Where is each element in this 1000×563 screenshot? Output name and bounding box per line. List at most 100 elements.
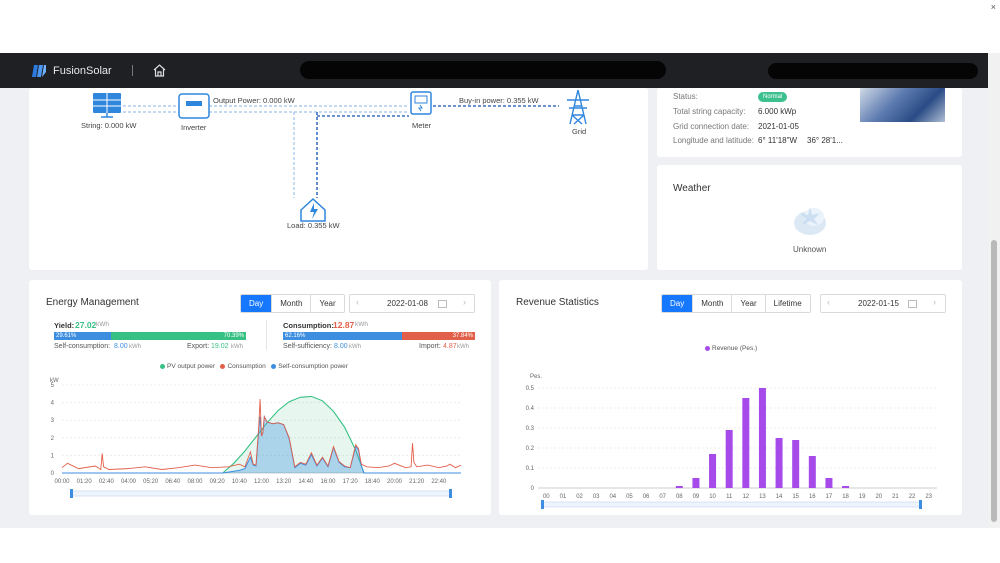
redacted-plant-name	[300, 61, 666, 79]
legend-revenue-label: Revenue (Pes.)	[712, 345, 758, 352]
grid-date-value: 2021-01-05	[758, 122, 799, 131]
weather-unknown-icon	[794, 207, 826, 235]
energy-flow-card: String: 0.000 kW Inverter Output Power: …	[29, 88, 648, 270]
load-label: Load: 0.355 kW	[287, 221, 340, 230]
revenue-zoom-slider	[542, 501, 921, 508]
energy-tab-month[interactable]: Month	[272, 295, 312, 312]
revenue-tab-month[interactable]: Month	[693, 295, 733, 312]
yield-self-pct: 29.61%	[56, 333, 77, 339]
plant-photo[interactable]	[860, 88, 945, 122]
energy-tab-year[interactable]: Year	[311, 295, 343, 312]
energy-flow-diagram	[93, 89, 589, 222]
energy-chart-legend: PV output power Consumption Self-consump…	[160, 363, 348, 370]
revenue-date-picker[interactable]: ‹ 2022-01-15 ›	[820, 294, 946, 313]
home-icon[interactable]	[152, 63, 167, 78]
revenue-calendar-icon[interactable]	[908, 300, 917, 308]
revenue-statistics-card: Revenue Statistics Day Month Year Lifeti…	[499, 280, 962, 515]
energy-y-tick-label: 4	[51, 401, 55, 407]
revenue-tab-lifetime[interactable]: Lifetime	[766, 295, 810, 312]
energy-title: Energy Management	[46, 297, 139, 308]
revenue-x-tick-label: 12	[742, 494, 749, 500]
energy-date-prev-icon[interactable]: ‹	[356, 297, 359, 307]
self-sufficiency-label: Self-sufficiency:	[283, 343, 332, 350]
consumption-import-pct: 37.84%	[452, 333, 473, 339]
energy-x-tick-label: 17:20	[343, 479, 359, 485]
legend-pv-dot	[160, 363, 165, 369]
revenue-bar	[775, 438, 783, 488]
revenue-x-tick-label: 13	[759, 494, 766, 500]
import-value: 4.87	[443, 343, 457, 350]
revenue-y-tick-label: 0	[531, 486, 535, 492]
energy-x-tick-label: 10:40	[232, 479, 248, 485]
revenue-x-tick-label: 07	[659, 494, 666, 500]
revenue-tab-year[interactable]: Year	[732, 295, 766, 312]
revenue-x-tick-label: 19	[859, 494, 866, 500]
revenue-x-tick-label: 22	[909, 494, 916, 500]
revenue-date-prev-icon[interactable]: ‹	[827, 297, 830, 307]
brand-name: FusionSolar	[53, 65, 112, 77]
revenue-x-tick-label: 00	[543, 494, 550, 500]
legend-revenue-dot	[705, 345, 710, 351]
window-close-icon[interactable]: ×	[991, 2, 996, 12]
consumption-value: 12.87	[333, 320, 355, 330]
energy-zoom-slider	[71, 490, 451, 497]
self-sufficiency-unit: kWh	[349, 344, 361, 350]
revenue-bar	[825, 478, 833, 488]
energy-x-tick-label: 05:20	[143, 479, 159, 485]
consumption-self-segment: 62.16%	[283, 332, 402, 340]
self-consumption-unit: kWh	[129, 344, 141, 350]
revenue-bar	[725, 430, 733, 488]
revenue-y-axis-title: Pes.	[530, 374, 542, 380]
revenue-bar	[709, 454, 717, 488]
legend-self[interactable]: Self-consumption power	[271, 363, 348, 370]
energy-x-tick-label: 09:20	[210, 479, 226, 485]
lonlat-label: Longitude and latitude:	[673, 136, 754, 145]
revenue-x-tick-label: 08	[676, 494, 683, 500]
export-unit: kWh	[231, 344, 243, 350]
revenue-x-tick-label: 14	[776, 494, 783, 500]
energy-x-tick-label: 22:40	[431, 479, 447, 485]
energy-tab-day[interactable]: Day	[241, 295, 273, 312]
page-scrollbar-thumb[interactable]	[991, 240, 997, 522]
revenue-x-tick-label: 21	[892, 494, 899, 500]
weather-title: Weather	[673, 183, 711, 194]
energy-x-tick-label: 08:00	[187, 479, 203, 485]
revenue-date-next-icon[interactable]: ›	[933, 297, 936, 307]
revenue-x-tick-label: 09	[693, 494, 700, 500]
legend-pv-label: PV output power	[167, 363, 216, 370]
revenue-bar	[742, 398, 750, 488]
legend-consumption[interactable]: Consumption	[220, 363, 266, 370]
energy-x-tick-label: 04:00	[121, 479, 137, 485]
grid-label: Grid	[572, 127, 587, 136]
revenue-y-tick-label: 0.3	[526, 426, 535, 432]
revenue-bar	[692, 478, 700, 488]
energy-date-picker[interactable]: ‹ 2022-01-08 ›	[349, 294, 475, 313]
revenue-y-tick-label: 0.2	[526, 446, 535, 452]
revenue-x-tick-label: 02	[576, 494, 583, 500]
energy-y-tick-label: 3	[51, 418, 55, 424]
capacity-value: 6.000 kWp	[758, 107, 797, 116]
energy-x-tick-label: 18:40	[365, 479, 381, 485]
status-badge: Normal	[758, 92, 788, 102]
legend-pv[interactable]: PV output power	[160, 363, 215, 370]
energy-x-tick-label: 12:00	[254, 479, 270, 485]
legend-self-dot	[271, 363, 277, 369]
revenue-y-tick-label: 0.1	[526, 466, 535, 472]
revenue-chart-legend[interactable]: Revenue (Pes.)	[705, 345, 757, 352]
energy-x-tick-label: 06:40	[165, 479, 181, 485]
import-unit: kWh	[457, 344, 469, 350]
energy-date-next-icon[interactable]: ›	[463, 297, 466, 307]
longitude-value: 6° 11'18"W	[758, 136, 797, 145]
revenue-x-tick-label: 03	[593, 494, 600, 500]
energy-x-tick-label: 13:20	[276, 479, 292, 485]
consumption-self-pct: 62.16%	[285, 333, 306, 339]
energy-date-value: 2022-01-08	[387, 299, 428, 308]
energy-calendar-icon[interactable]	[438, 300, 447, 308]
energy-divider	[266, 320, 267, 350]
yield-self-segment: 29.61%	[54, 332, 111, 340]
energy-x-tick-label: 20:00	[387, 479, 403, 485]
energy-x-tick-label: 16:00	[320, 479, 336, 485]
window-bottom-area	[0, 528, 1000, 563]
yield-value: 27.02	[75, 320, 97, 330]
revenue-tab-day[interactable]: Day	[662, 295, 694, 312]
